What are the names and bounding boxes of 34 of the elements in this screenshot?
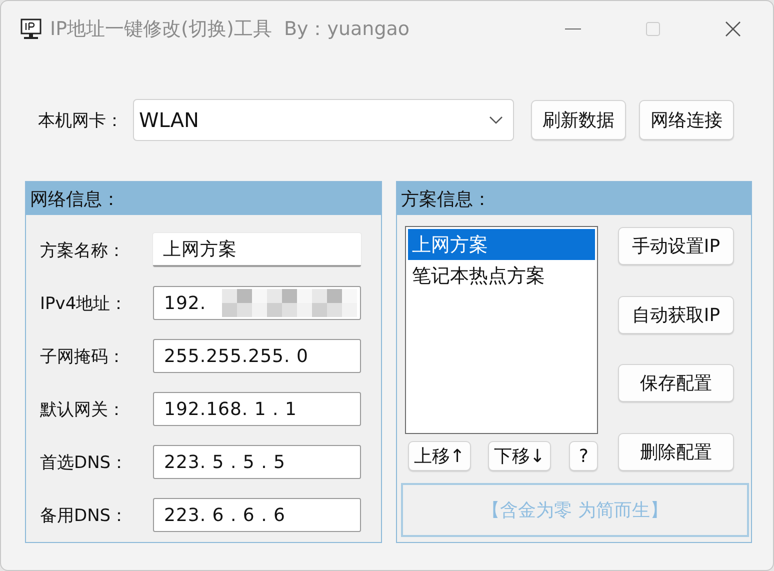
slogan-text: 【含金为零 为简而生】 — [482, 499, 668, 522]
toolbar-button[interactable]: 刷新数据 — [531, 100, 626, 140]
adapter-value: WLAN — [139, 108, 200, 132]
action-button[interactable]: 保存配置 — [618, 364, 734, 402]
input-field[interactable]: 192. — [153, 286, 361, 320]
field-label: IPv4地址： — [40, 292, 128, 314]
input-field[interactable]: 223. 5 . 5 . 5 — [153, 445, 361, 479]
toolbar-button[interactable]: 网络连接 — [639, 100, 734, 140]
field-label: 备用DNS： — [40, 504, 129, 526]
window-title: IP地址一键修改(切换)工具 By：yuangao — [50, 17, 410, 42]
input-field[interactable]: 255.255.255. 0 — [153, 339, 361, 373]
action-button[interactable]: 删除配置 — [618, 432, 734, 471]
app-icon — [20, 18, 42, 40]
plan-list-item[interactable]: 笔记本热点方案 — [408, 260, 595, 291]
move-button[interactable]: 上移↑ — [408, 441, 471, 471]
action-button[interactable]: 手动设置IP — [618, 227, 734, 265]
input-field[interactable]: 223. 6 . 6 . 6 — [153, 498, 361, 532]
input-field[interactable]: 192.168. 1 . 1 — [153, 392, 361, 426]
group-header: 网络信息： — [26, 182, 381, 215]
minimize-icon[interactable] — [565, 28, 581, 30]
field-label: 首选DNS： — [40, 452, 129, 474]
adapter-dropdown[interactable]: WLAN — [133, 99, 514, 141]
field-label: 子网掩码： — [40, 346, 126, 368]
move-button[interactable]: ? — [569, 441, 598, 471]
close-icon[interactable] — [725, 21, 741, 37]
plan-list-item[interactable]: 上网方案 — [408, 229, 595, 260]
action-button[interactable]: 自动获取IP — [618, 296, 734, 334]
group-header: 方案信息： — [397, 182, 751, 215]
field-label: 默认网关： — [40, 398, 126, 420]
adapter-label: 本机网卡： — [38, 110, 123, 132]
input-field[interactable]: 上网方案 — [153, 233, 361, 267]
move-button[interactable]: 下移↓ — [488, 441, 552, 471]
field-label: 方案名称： — [40, 240, 126, 262]
chevron-down-icon — [489, 116, 503, 124]
